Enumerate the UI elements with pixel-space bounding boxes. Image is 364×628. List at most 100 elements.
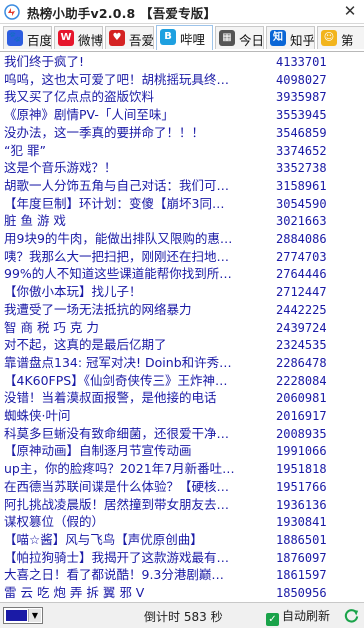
item-title: 99%的人不知道这些课道能帮你找到所… bbox=[4, 266, 232, 282]
item-title: 对不起，这真的是最后亿期了 bbox=[4, 337, 167, 353]
chevron-down-icon: ▼ bbox=[28, 609, 41, 622]
list-item[interactable]: 谋权篡位（假的） 1930841 bbox=[0, 513, 364, 531]
item-title: 《原神》剧情PV-「人间至味」 bbox=[4, 107, 174, 123]
list-item[interactable]: 【原神动画】自制逐月节宣传动画 1991066 bbox=[0, 442, 364, 460]
auto-refresh-label: 自动刷新 bbox=[282, 609, 331, 623]
list-item[interactable]: 阿扎挑战凌晨版！居然撞到带女朋友去… 1936136 bbox=[0, 496, 364, 514]
list-item[interactable]: 在西德当苏联间谍是什么体验？【硬核… 1951766 bbox=[0, 478, 364, 496]
tab-4[interactable]: ▦ 今日 bbox=[215, 26, 264, 49]
item-title: 科莫多巨蜥没有致命细菌，还很爱干净… bbox=[4, 425, 230, 441]
item-hot-value: 4098027 bbox=[276, 72, 327, 87]
item-title: 【喵☆酱】风与飞鸟【声优原创曲】 bbox=[4, 531, 203, 547]
status-bar: ▼ 倒计时 583 秒 ✓ 自动刷新 bbox=[0, 602, 364, 628]
tab-3[interactable]: B 哔哩 bbox=[156, 25, 213, 50]
list-item[interactable]: 雷 云 吃 炮 弄 拆 翼 邪 V 1850956 bbox=[0, 584, 364, 600]
tab-label: 吾爱 bbox=[129, 33, 154, 48]
item-title: 【年度巨制】环计划：变傻【崩坏3同… bbox=[4, 195, 225, 211]
list-item[interactable]: 蜘蛛侠·叶问 2016917 bbox=[0, 407, 364, 425]
list-item[interactable]: 我又买了亿点点的盗版饮料 3935987 bbox=[0, 88, 364, 106]
list-item[interactable]: 我遭受了一场无法抵抗的网络暴力 2442225 bbox=[0, 301, 364, 319]
color-picker-select[interactable]: ▼ bbox=[3, 607, 43, 624]
zhihu-icon: 知 bbox=[270, 30, 286, 46]
list-item[interactable]: 科莫多巨蜥没有致命细菌，还很爱干净… 2008935 bbox=[0, 425, 364, 443]
tab-label: 哔哩 bbox=[180, 32, 206, 47]
item-hot-value: 2439724 bbox=[276, 320, 327, 335]
item-hot-value: 2008935 bbox=[276, 426, 327, 441]
list-item[interactable]: 咦？我那么大一把扫把，刚刚还在扫地… 2774703 bbox=[0, 248, 364, 266]
list-item[interactable]: 靠谱盘点134: 冠军对决! Doinb和许秀… 2286478 bbox=[0, 354, 364, 372]
item-title: 我遭受了一场无法抵抗的网络暴力 bbox=[4, 301, 192, 317]
item-hot-value: 1951818 bbox=[276, 462, 327, 477]
list-item[interactable]: 用9块9的牛肉，能做出排队又限购的惠… 2884086 bbox=[0, 230, 364, 248]
auto-refresh-checkbox[interactable]: ✓ 自动刷新 bbox=[266, 607, 330, 626]
tab-2[interactable]: ♥ 吾爱 bbox=[105, 26, 154, 49]
calendar-icon: ▦ bbox=[219, 30, 235, 46]
item-hot-value: 3054590 bbox=[276, 196, 327, 211]
item-title: 咦？我那么大一把扫把，刚刚还在扫地… bbox=[4, 248, 230, 264]
list-item[interactable]: 胡歌一人分饰五角与自己对话：我们可… 3158961 bbox=[0, 177, 364, 195]
item-hot-value: 2016917 bbox=[276, 409, 327, 423]
item-hot-value: 2442225 bbox=[276, 302, 327, 317]
countdown-unit: 秒 bbox=[210, 610, 223, 624]
item-title: 没错！当着漠叔面报警，是他接的电话 bbox=[4, 390, 217, 406]
tab-label: 微博 bbox=[78, 33, 103, 48]
list-item[interactable]: up主，你的脸疼吗？2021年7月新番吐… 1951818 bbox=[0, 460, 364, 478]
list-item[interactable]: 【4K60FPS】《仙剑奇侠传三》王炸神… 2228084 bbox=[0, 372, 364, 390]
item-title: 我们终于疯了! bbox=[4, 54, 85, 69]
item-title: 没办法，这一季真的要拼命了！！！ bbox=[4, 124, 205, 140]
list-item[interactable]: 【你傲小本玩】找儿子！ 2712447 bbox=[0, 283, 364, 301]
item-hot-value: 1861597 bbox=[276, 568, 327, 583]
checkbox-checked-icon: ✓ bbox=[266, 613, 279, 626]
hot-list: 我们终于疯了! 4133701 呜呜，这也太可爱了吧！胡桃摇玩具终… 4098027 我… bbox=[0, 52, 364, 600]
item-hot-value: 2884086 bbox=[276, 232, 327, 246]
tab-0[interactable]: 🐾 百度 bbox=[3, 26, 52, 49]
window-title: 热榜小助手v2.0.8 【吾爱专版】 bbox=[27, 6, 217, 21]
list-item[interactable]: 对不起，这真的是最后亿期了 2324535 bbox=[0, 336, 364, 354]
list-item[interactable]: 没办法，这一季真的要拼命了！！！ 3546859 bbox=[0, 124, 364, 142]
tab-label: 百度 bbox=[27, 33, 52, 48]
tab-bar: 🐾 百度 W 微博 ♥ 吾爱 B 哔哩 ▦ 今日知知乎 ☺ 第 bbox=[0, 24, 364, 52]
refresh-icon[interactable] bbox=[343, 607, 360, 624]
list-item[interactable]: 没错！当着漠叔面报警，是他接的电话 2060981 bbox=[0, 389, 364, 407]
list-item[interactable]: 呜呜，这也太可爱了吧！胡桃摇玩具终… 4098027 bbox=[0, 71, 364, 89]
item-hot-value: 2324535 bbox=[276, 338, 327, 353]
tab-label: 知乎 bbox=[290, 33, 315, 48]
item-title: “犯 罪” bbox=[4, 142, 46, 158]
list-item[interactable]: 这是个音乐游戏？！ 3352738 bbox=[0, 159, 364, 177]
item-title: 用9块9的牛肉，能做出排队又限购的惠… bbox=[4, 231, 233, 246]
list-item[interactable]: 99%的人不知道这些课道能帮你找到所… 2764446 bbox=[0, 265, 364, 283]
item-hot-value: 4133701 bbox=[276, 55, 327, 69]
list-item[interactable]: 我们终于疯了! 4133701 bbox=[0, 53, 364, 71]
item-hot-value: 3553945 bbox=[276, 108, 327, 123]
item-title: 【帕拉狗骑士】我揭开了这款游戏最有… bbox=[4, 549, 230, 565]
countdown-text: 倒计时 583 秒 bbox=[144, 608, 223, 625]
item-hot-value: 1850956 bbox=[276, 586, 327, 600]
countdown-value: 583 bbox=[183, 610, 207, 624]
list-item[interactable]: “犯 罪” 3374652 bbox=[0, 142, 364, 160]
list-item[interactable]: 大喜之日！看了都说酷！9.3分港剧巅… 1861597 bbox=[0, 566, 364, 584]
item-hot-value: 2286478 bbox=[276, 355, 327, 370]
tab-label: 第 bbox=[341, 33, 354, 48]
item-hot-value: 2712447 bbox=[276, 285, 327, 300]
bilibili-icon: B bbox=[160, 29, 176, 45]
item-title: 雷 云 吃 炮 弄 拆 翼 邪 V bbox=[4, 585, 145, 600]
item-title: 【你傲小本玩】找儿子！ bbox=[4, 284, 142, 300]
list-item[interactable]: 【帕拉狗骑士】我揭开了这款游戏最有… 1876097 bbox=[0, 549, 364, 567]
close-button[interactable]: ✕ bbox=[336, 0, 364, 23]
item-title: up主，你的脸疼吗？2021年7月新番吐… bbox=[4, 461, 235, 477]
item-title: 胡歌一人分饰五角与自己对话：我们可… bbox=[4, 177, 230, 193]
color-swatch bbox=[6, 610, 27, 621]
tab-6[interactable]: ☺ 第 bbox=[317, 26, 364, 49]
tab-5[interactable]: 知知乎 bbox=[266, 26, 315, 49]
list-item[interactable]: 脏 鱼 游 戏 3021663 bbox=[0, 212, 364, 230]
item-hot-value: 1936136 bbox=[276, 497, 327, 512]
item-title: 在西德当苏联间谍是什么体验？【硬核… bbox=[4, 478, 230, 494]
tab-1[interactable]: W 微博 bbox=[54, 26, 103, 49]
item-hot-value: 2228084 bbox=[276, 373, 327, 388]
list-item[interactable]: 智 商 税 巧 克 力 2439724 bbox=[0, 319, 364, 337]
list-item[interactable]: 【喵☆酱】风与飞鸟【声优原创曲】 1886501 bbox=[0, 531, 364, 549]
item-hot-value: 3546859 bbox=[276, 125, 327, 140]
list-item[interactable]: 【年度巨制】环计划：变傻【崩坏3同… 3054590 bbox=[0, 195, 364, 213]
item-hot-value: 3021663 bbox=[276, 214, 327, 229]
list-item[interactable]: 《原神》剧情PV-「人间至味」 3553945 bbox=[0, 106, 364, 124]
